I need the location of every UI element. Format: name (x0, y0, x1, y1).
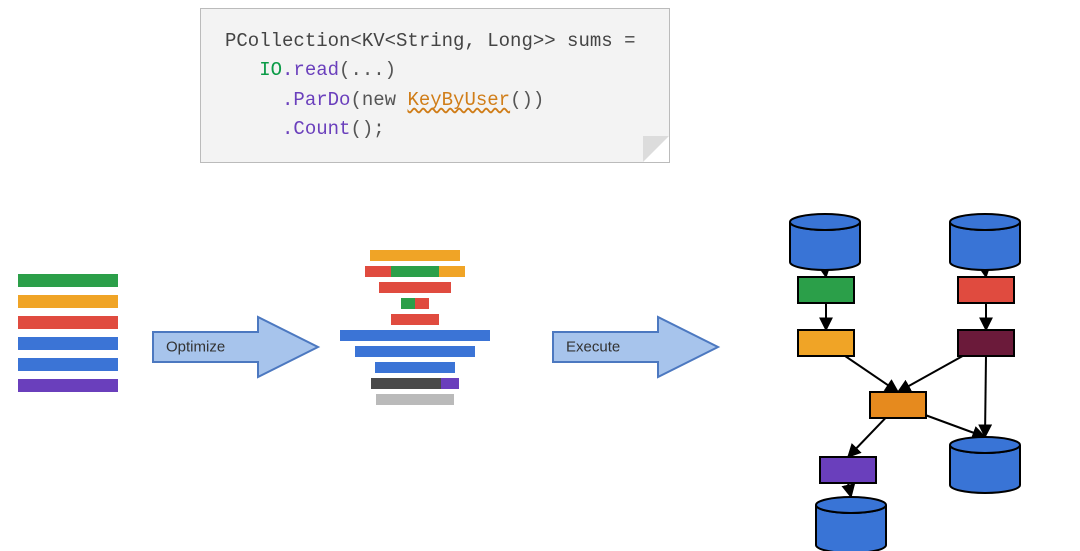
optimized-row (371, 378, 459, 389)
execute-label: Execute (566, 339, 620, 356)
graph-edge (985, 270, 986, 277)
graph-edge (825, 270, 826, 277)
input-bar (18, 274, 118, 287)
graph-node (958, 330, 1014, 356)
optimized-segment (370, 250, 460, 261)
input-bar (18, 379, 118, 392)
database-icon (816, 497, 886, 551)
database-icon (950, 437, 1020, 493)
optimized-bar-stack (335, 250, 495, 410)
optimized-segment (365, 266, 391, 277)
execute-arrow: Execute (548, 312, 723, 382)
code-pardo: .ParDo (282, 89, 350, 111)
code-snippet-card: PCollection<KV<String, Long>> sums = IO.… (200, 8, 670, 163)
optimized-segment (391, 266, 439, 277)
input-bar (18, 358, 118, 371)
code-count-tail: (); (350, 118, 384, 140)
optimized-row (355, 346, 475, 357)
optimized-row (379, 282, 451, 293)
optimized-row (391, 314, 439, 325)
code-io: IO (259, 59, 282, 81)
graph-edge (848, 483, 851, 497)
optimized-segment (415, 298, 429, 309)
code-count: .Count (282, 118, 350, 140)
execution-graph (760, 222, 1070, 542)
optimized-segment (391, 314, 439, 325)
database-icon (790, 214, 860, 270)
code-new: (new (350, 89, 407, 111)
code-read-args: (...) (339, 59, 396, 81)
optimized-segment (355, 346, 475, 357)
input-bar-stack (18, 274, 118, 400)
optimize-label: Optimize (166, 339, 225, 356)
input-bar (18, 337, 118, 350)
optimized-row (370, 250, 460, 261)
optimized-segment (340, 330, 490, 341)
optimized-segment (441, 378, 459, 389)
optimized-row (401, 298, 429, 309)
optimized-segment (376, 394, 454, 405)
code-pardo-tail: ()) (510, 89, 544, 111)
graph-node (820, 457, 876, 483)
optimized-row (375, 362, 455, 373)
graph-edge (985, 356, 986, 437)
optimized-segment (401, 298, 415, 309)
optimized-segment (439, 266, 465, 277)
code-keybyuser: KeyByUser (407, 89, 510, 111)
code-line-1: PCollection<KV<String, Long>> sums = (225, 30, 635, 52)
input-bar (18, 295, 118, 308)
code-block: PCollection<KV<String, Long>> sums = IO.… (225, 27, 645, 145)
graph-node (798, 277, 854, 303)
optimize-arrow: Optimize (148, 312, 323, 382)
optimized-segment (379, 282, 451, 293)
graph-node (798, 330, 854, 356)
optimized-row (376, 394, 454, 405)
optimized-segment (371, 378, 441, 389)
graph-node (958, 277, 1014, 303)
input-bar (18, 316, 118, 329)
database-icon (950, 214, 1020, 270)
graph-node (870, 392, 926, 418)
optimized-row (340, 330, 490, 341)
code-read: .read (282, 59, 339, 81)
optimized-row (365, 266, 465, 277)
optimized-segment (375, 362, 455, 373)
